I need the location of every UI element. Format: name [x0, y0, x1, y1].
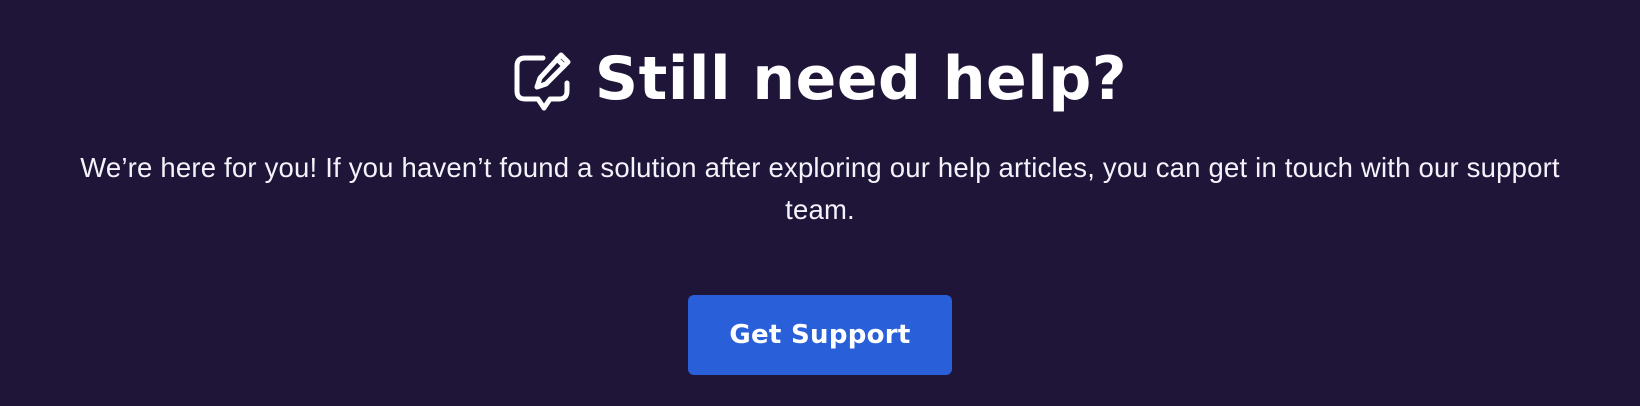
heading-row: Still need help? — [513, 44, 1127, 114]
section-title: Still need help? — [594, 44, 1128, 114]
edit-chat-icon — [513, 49, 575, 115]
still-need-help-section: Still need help? We’re here for you! If … — [0, 0, 1640, 406]
get-support-button[interactable]: Get Support — [688, 295, 952, 375]
section-description: We’re here for you! If you haven’t found… — [80, 152, 1560, 225]
